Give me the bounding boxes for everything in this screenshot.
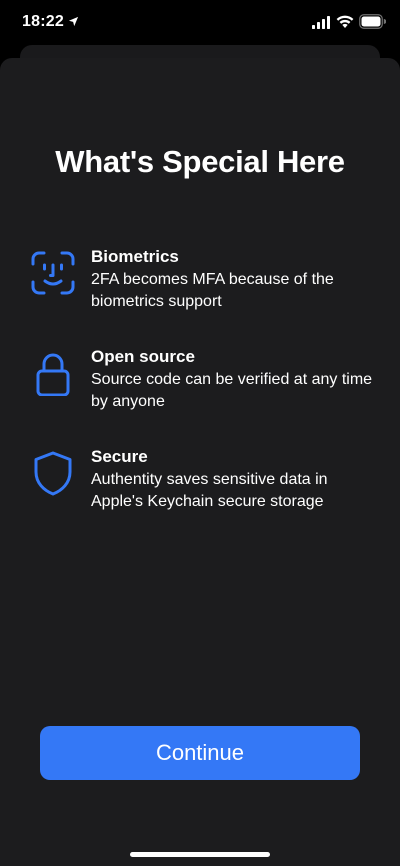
feature-open-source: Open source Source code can be verified …: [30, 346, 380, 416]
battery-icon: [359, 14, 386, 29]
wifi-icon: [336, 15, 354, 28]
feature-description: Authentity saves sensitive data in Apple…: [91, 471, 328, 510]
feature-biometrics: Biometrics 2FA becomes MFA because of th…: [30, 246, 380, 316]
home-indicator[interactable]: [130, 852, 270, 857]
face-id-icon: [31, 251, 75, 295]
shield-icon: [34, 451, 72, 496]
feature-text: Biometrics 2FA becomes MFA because of th…: [91, 246, 381, 313]
feature-text: Secure Authentity saves sensitive data i…: [91, 446, 381, 513]
continue-button[interactable]: Continue: [40, 726, 360, 780]
location-arrow-icon: [68, 16, 79, 27]
cellular-signal-icon: [312, 16, 330, 29]
feature-secure: Secure Authentity saves sensitive data i…: [30, 446, 380, 516]
feature-text: Open source Source code can be verified …: [91, 346, 381, 413]
feature-description: 2FA becomes MFA because of the biometric…: [91, 271, 334, 310]
feature-title: Secure: [91, 447, 148, 466]
feature-description: Source code can be verified at any time …: [91, 371, 373, 410]
status-time: 18:22: [22, 13, 64, 30]
feature-title: Biometrics: [91, 247, 179, 266]
onboarding-screen: 18:22 What's Special Here Biometrics 2FA…: [0, 0, 400, 866]
feature-title: Open source: [91, 347, 195, 366]
modal-sheet: What's Special Here Biometrics 2FA becom…: [0, 58, 400, 866]
status-bar: 18:22: [0, 0, 400, 48]
lock-icon: [36, 353, 70, 396]
page-title: What's Special Here: [55, 144, 345, 179]
